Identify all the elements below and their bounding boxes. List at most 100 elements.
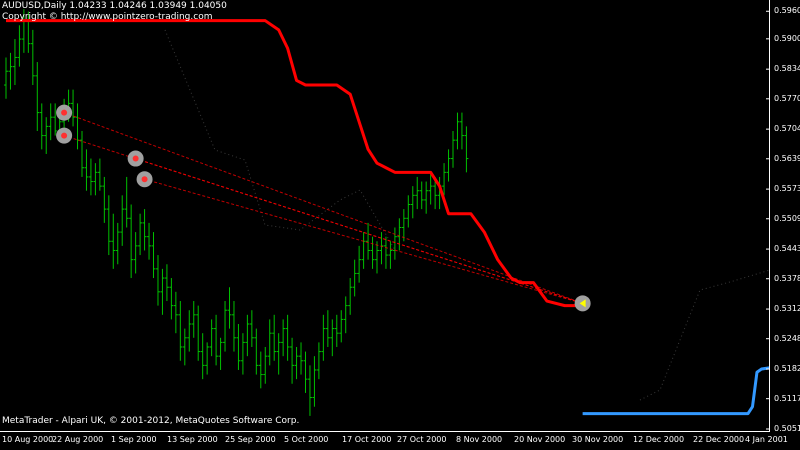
- ohlc-bar: [75, 103, 80, 150]
- time-axis-label: 27 Oct 2000: [397, 435, 447, 444]
- ohlc-bar: [147, 222, 152, 260]
- ohlc-bar: [223, 301, 228, 352]
- ohlc-bar: [187, 310, 192, 352]
- ohlc-bar: [205, 342, 210, 375]
- ohlc-bar: [88, 158, 93, 196]
- ohlc-bar: [106, 195, 111, 256]
- ohlc-bar: [401, 209, 406, 242]
- ohlc-bar: [4, 57, 8, 99]
- time-axis-label: 17 Oct 2000: [342, 435, 392, 444]
- ohlc-bar: [93, 163, 98, 196]
- ohlc-bar: [392, 227, 397, 260]
- time-axis-label: 5 Oct 2000: [284, 435, 329, 444]
- chart-window[interactable]: AUDUSD,Daily 1.04233 1.04246 1.03949 1.0…: [0, 0, 800, 450]
- price-axis-label: 0.53785: [774, 273, 800, 283]
- support-line: [582, 366, 770, 416]
- ohlc-bar: [30, 29, 35, 86]
- ohlc-bar: [48, 103, 53, 141]
- platform-credit-label: MetaTrader - Alpari UK, © 2001-2012, Met…: [2, 416, 300, 426]
- ohlc-bar: [200, 333, 205, 380]
- ohlc-bar: [375, 241, 380, 274]
- ohlc-bar: [312, 356, 317, 407]
- ohlc-bar: [173, 291, 178, 334]
- envelope-line: [639, 269, 770, 401]
- ohlc-bar: [267, 319, 272, 366]
- ohlc-bar: [178, 301, 183, 361]
- symbol-info-label: AUDUSD,Daily 1.04233 1.04246 1.03949 1.0…: [2, 1, 227, 11]
- ohlc-bar: [455, 112, 460, 150]
- ohlc-bar: [294, 346, 299, 380]
- ohlc-bar: [115, 222, 120, 265]
- ohlc-bar: [249, 310, 254, 347]
- ohlc-bar: [138, 213, 143, 256]
- ohlc-bar: [415, 176, 420, 210]
- ohlc-bar: [451, 130, 455, 168]
- time-axis-label: 1 Sep 2000: [111, 435, 157, 444]
- ohlc-bar: [370, 236, 375, 269]
- ohlc-bar: [281, 319, 286, 357]
- ohlc-bar: [424, 181, 429, 214]
- ohlc-bar: [236, 324, 241, 370]
- price-axis-label: 0.58345: [774, 64, 800, 74]
- ohlc-bar: [348, 278, 353, 315]
- ohlc-bar: [325, 310, 330, 347]
- ohlc-bar: [124, 176, 129, 228]
- sell-dot-icon: [141, 176, 148, 183]
- ohlc-bar: [164, 264, 169, 302]
- time-axis-label: 22 Aug 2000: [52, 435, 104, 444]
- envelope-line: [164, 29, 396, 251]
- price-axis-label: 0.59605: [774, 6, 800, 16]
- ohlc-bar: [366, 222, 371, 260]
- ohlc-bar: [410, 186, 415, 219]
- ohlc-bar: [39, 103, 44, 150]
- ohlc-bar: [209, 319, 214, 357]
- price-axis-label: 0.51820: [774, 364, 800, 374]
- ohlc-bar: [285, 314, 290, 361]
- ohlc-bar: [272, 314, 277, 361]
- price-axis-label: 0.57040: [774, 124, 800, 134]
- ohlc-bar: [191, 301, 196, 338]
- price-axis-label: 0.51175: [774, 393, 800, 403]
- ohlc-bar: [160, 268, 165, 315]
- time-axis-label: 8 Nov 2000: [456, 435, 503, 444]
- ohlc-bar: [133, 232, 138, 274]
- ohlc-bar: [12, 39, 17, 86]
- ohlc-bar: [218, 337, 223, 370]
- time-axis: 10 Aug 2000 22 Aug 2000 1 Sep 2000 13 Sep 2…: [0, 432, 800, 450]
- copyright-label: Copyright © http://www.pointzero-trading…: [2, 12, 213, 22]
- ohlc-bar: [388, 241, 393, 269]
- ohlc-bar: [71, 89, 76, 127]
- signal-line: [63, 112, 583, 304]
- ohlc-bar: [111, 213, 116, 269]
- price-axis-label: 0.52480: [774, 333, 800, 343]
- ohlc-bar: [84, 149, 89, 191]
- ohlc-bar: [361, 232, 366, 269]
- ohlc-bar: [231, 301, 236, 352]
- ohlc-bar: [303, 351, 308, 393]
- ohlc-bar: [258, 351, 263, 389]
- ohlc-bar: [35, 62, 40, 131]
- ohlc-bar: [357, 245, 362, 283]
- time-axis-label: 25 Sep 2000: [225, 435, 276, 444]
- ohlc-bar: [464, 126, 469, 173]
- signal-line: [144, 178, 583, 304]
- time-axis-label: 22 Dec 2000: [693, 435, 745, 444]
- ohlc-bar: [245, 314, 250, 357]
- ohlc-bar: [330, 319, 335, 357]
- price-chart[interactable]: [0, 0, 770, 432]
- ohlc-bar: [53, 103, 58, 136]
- price-axis: 0.59605 0.59005 0.58345 0.57700 0.57040 0.563…: [770, 0, 800, 433]
- trailing-stop-line: [6, 19, 583, 308]
- ohlc-bar: [227, 287, 232, 329]
- ohlc-bar: [169, 278, 174, 320]
- ohlc-bar: [339, 310, 344, 343]
- ohlc-bar: [8, 52, 13, 90]
- ohlc-bar: [299, 342, 304, 375]
- time-axis-label: 20 Nov 2000: [514, 435, 566, 444]
- price-axis-label: 0.55735: [774, 184, 800, 194]
- ohlc-bar: [290, 337, 295, 384]
- ohlc-bar: [397, 218, 402, 251]
- ohlc-bar: [343, 296, 348, 334]
- ohlc-bar: [442, 163, 447, 196]
- ohlc-bar: [151, 232, 156, 279]
